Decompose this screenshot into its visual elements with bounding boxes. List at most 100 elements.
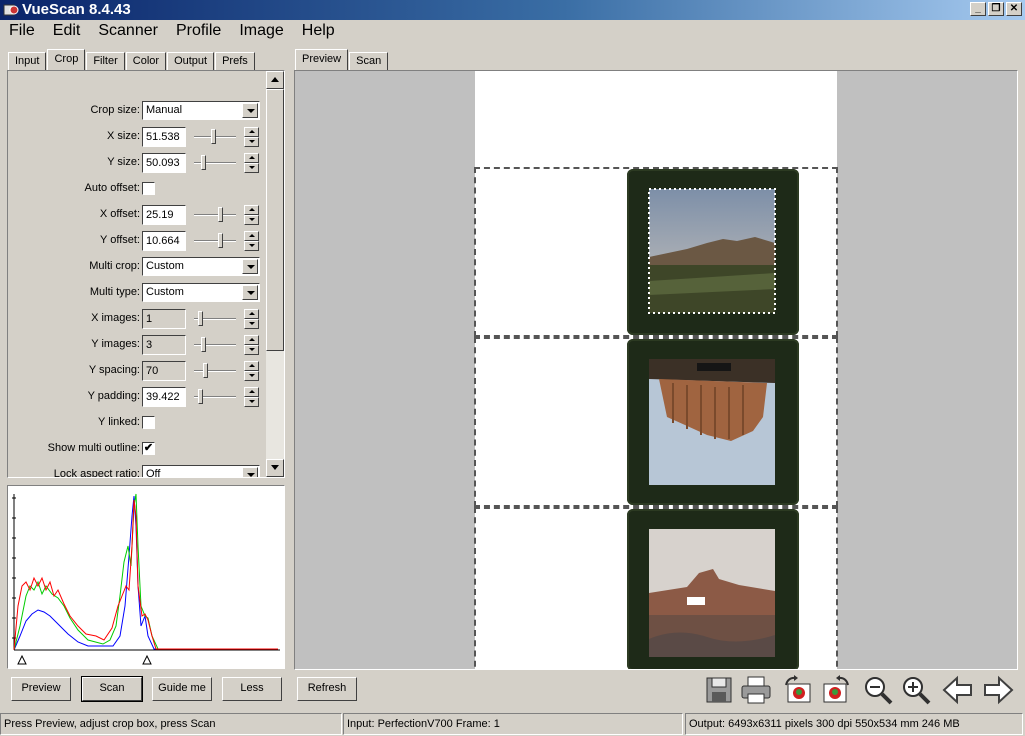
y-images-input[interactable]: 3: [142, 335, 186, 355]
x-size-input[interactable]: 51.538: [142, 127, 186, 147]
preview-area[interactable]: [294, 70, 1018, 670]
tab-output[interactable]: Output: [167, 52, 215, 70]
x-offset-input[interactable]: 25.19: [142, 205, 186, 225]
chevron-down-icon[interactable]: [242, 285, 258, 300]
menu-profile[interactable]: Profile: [167, 20, 230, 44]
spin-up-icon[interactable]: [244, 205, 259, 215]
crop-box-3[interactable]: [474, 507, 838, 669]
y-padding-slider[interactable]: [194, 386, 236, 408]
y-size-input[interactable]: 50.093: [142, 153, 186, 173]
x-images-spinner[interactable]: [244, 309, 259, 329]
spin-down-icon[interactable]: [244, 163, 259, 173]
y-padding-row: Y padding: 39.422: [8, 386, 268, 408]
tab-filter[interactable]: Filter: [86, 52, 125, 70]
y-size-spinner[interactable]: [244, 153, 259, 173]
spin-up-icon[interactable]: [244, 335, 259, 345]
y-spacing-spinner[interactable]: [244, 361, 259, 381]
slider-thumb[interactable]: [198, 389, 203, 404]
spin-up-icon[interactable]: [244, 231, 259, 241]
scroll-up-icon[interactable]: [266, 71, 284, 89]
chevron-down-icon[interactable]: [242, 467, 258, 477]
tab-prefs[interactable]: Prefs: [215, 52, 255, 70]
slider-thumb[interactable]: [201, 337, 206, 352]
menu-help[interactable]: Help: [293, 20, 344, 44]
scan-button[interactable]: Scan: [81, 676, 143, 702]
slider-thumb[interactable]: [203, 363, 208, 378]
auto-offset-checkbox[interactable]: [142, 182, 155, 195]
slider-thumb[interactable]: [218, 233, 223, 248]
y-padding-spinner[interactable]: [244, 387, 259, 407]
y-spacing-slider[interactable]: [194, 360, 236, 382]
y-images-slider[interactable]: [194, 334, 236, 356]
zoom-out-icon[interactable]: [862, 675, 894, 705]
scroll-down-icon[interactable]: [266, 459, 284, 477]
close-button[interactable]: ✕: [1006, 2, 1022, 16]
spin-up-icon[interactable]: [244, 387, 259, 397]
black-point-marker-icon[interactable]: [17, 654, 27, 665]
spin-down-icon[interactable]: [244, 137, 259, 147]
zoom-in-icon[interactable]: [900, 675, 932, 705]
spin-down-icon[interactable]: [244, 397, 259, 407]
x-images-slider[interactable]: [194, 308, 236, 330]
chevron-down-icon[interactable]: [242, 259, 258, 274]
spin-down-icon[interactable]: [244, 371, 259, 381]
y-padding-input[interactable]: 39.422: [142, 387, 186, 407]
y-spacing-input[interactable]: 70: [142, 361, 186, 381]
x-offset-spinner[interactable]: [244, 205, 259, 225]
slider-thumb[interactable]: [218, 207, 223, 222]
tab-scan[interactable]: Scan: [349, 52, 389, 70]
y-offset-slider[interactable]: [194, 230, 236, 252]
y-size-slider[interactable]: [194, 152, 236, 174]
rotate-right-icon[interactable]: [820, 675, 852, 705]
y-offset-spinner[interactable]: [244, 231, 259, 251]
spin-down-icon[interactable]: [244, 215, 259, 225]
rotate-left-icon[interactable]: [782, 675, 814, 705]
refresh-button[interactable]: Refresh: [297, 677, 357, 701]
spin-down-icon[interactable]: [244, 345, 259, 355]
tab-crop[interactable]: Crop: [47, 49, 86, 70]
chevron-down-icon[interactable]: [242, 103, 258, 118]
spin-down-icon[interactable]: [244, 319, 259, 329]
crop-box-2[interactable]: [474, 337, 838, 507]
tab-preview[interactable]: Preview: [295, 49, 349, 70]
crop-box-1[interactable]: [474, 167, 838, 337]
slider-thumb[interactable]: [201, 155, 206, 170]
x-size-spinner[interactable]: [244, 127, 259, 147]
lock-aspect-ratio-select[interactable]: Off: [142, 465, 260, 477]
x-size-slider[interactable]: [194, 126, 236, 148]
menu-edit[interactable]: Edit: [44, 20, 90, 44]
menu-image[interactable]: Image: [230, 20, 292, 44]
show-multi-outline-checkbox[interactable]: ✔: [142, 442, 155, 455]
tab-input[interactable]: Input: [8, 52, 47, 70]
spin-up-icon[interactable]: [244, 153, 259, 163]
less-button[interactable]: Less: [222, 677, 282, 701]
y-images-spinner[interactable]: [244, 335, 259, 355]
spin-down-icon[interactable]: [244, 241, 259, 251]
slider-thumb[interactable]: [198, 311, 203, 326]
restore-button[interactable]: ❐: [988, 2, 1004, 16]
preview-button[interactable]: Preview: [11, 677, 71, 701]
slider-thumb[interactable]: [211, 129, 216, 144]
menu-scanner[interactable]: Scanner: [89, 20, 167, 44]
white-point-marker-icon[interactable]: [142, 654, 152, 665]
minimize-button[interactable]: _: [970, 2, 986, 16]
print-icon[interactable]: [740, 675, 772, 705]
forward-arrow-icon[interactable]: [982, 675, 1014, 705]
guide-me-button[interactable]: Guide me: [152, 677, 212, 701]
crop-size-select[interactable]: Manual: [142, 101, 260, 120]
multi-crop-select[interactable]: Custom: [142, 257, 260, 276]
settings-scrollbar[interactable]: [266, 71, 284, 477]
x-images-input[interactable]: 1: [142, 309, 186, 329]
save-icon[interactable]: [704, 675, 736, 705]
multi-type-select[interactable]: Custom: [142, 283, 260, 302]
scroll-thumb[interactable]: [266, 89, 284, 351]
y-linked-checkbox[interactable]: [142, 416, 155, 429]
back-arrow-icon[interactable]: [942, 675, 974, 705]
spin-up-icon[interactable]: [244, 361, 259, 371]
menu-file[interactable]: File: [0, 20, 44, 44]
spin-up-icon[interactable]: [244, 127, 259, 137]
tab-color[interactable]: Color: [125, 52, 167, 70]
x-offset-slider[interactable]: [194, 204, 236, 226]
spin-up-icon[interactable]: [244, 309, 259, 319]
y-offset-input[interactable]: 10.664: [142, 231, 186, 251]
